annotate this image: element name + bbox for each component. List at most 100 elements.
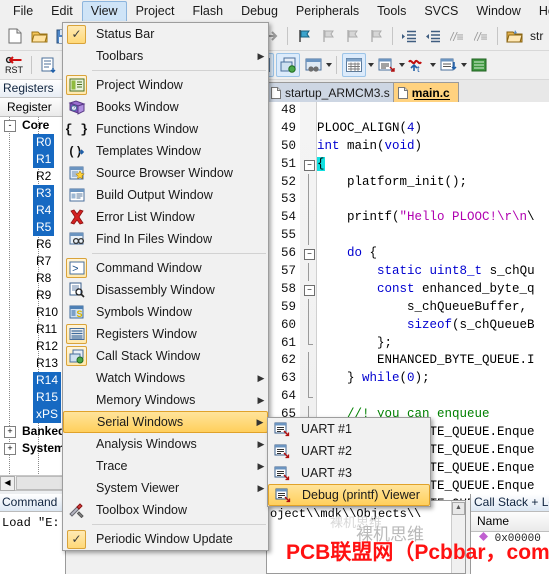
- scroll-thumb[interactable]: [16, 476, 65, 490]
- menu-item-watch-windows[interactable]: Watch Windows ▶: [63, 367, 268, 389]
- menu-flash[interactable]: Flash: [183, 1, 232, 22]
- search-box-text[interactable]: str: [530, 29, 543, 43]
- register-row[interactable]: R13: [0, 355, 65, 372]
- open-folder-icon[interactable]: [503, 25, 525, 47]
- register-row[interactable]: R4: [0, 202, 65, 219]
- menu-item-toolbars[interactable]: Toolbars ▶: [63, 45, 268, 67]
- register-row[interactable]: +xPS: [0, 406, 65, 423]
- menu-item-status-bar[interactable]: ✓ Status Bar: [63, 23, 268, 45]
- menu-project[interactable]: Project: [127, 1, 184, 22]
- outdent-icon[interactable]: [422, 25, 444, 47]
- trace-dropdown-caret[interactable]: [326, 63, 332, 67]
- menu-item-trace[interactable]: Trace ▶: [63, 455, 268, 477]
- register-row[interactable]: R8: [0, 270, 65, 287]
- fold-marker[interactable]: −: [300, 281, 316, 299]
- menu-debug[interactable]: Debug: [232, 1, 287, 22]
- fold-collapse-box[interactable]: −: [304, 284, 315, 296]
- submenu-item-uart-3[interactable]: UART #3: [268, 462, 430, 484]
- menu-view[interactable]: View: [81, 1, 127, 21]
- indent-icon[interactable]: [398, 25, 420, 47]
- tree-expander[interactable]: +: [4, 443, 16, 455]
- menu-item-find-in-files-window[interactable]: Find In Files Window: [63, 228, 268, 250]
- insert-bookmark-icon[interactable]: [293, 25, 315, 47]
- code-line[interactable]: } while(0);: [317, 370, 549, 388]
- register-row[interactable]: R11: [0, 321, 65, 338]
- menu-item-command-window[interactable]: > Command Window: [63, 257, 268, 279]
- command-window-text[interactable]: Load "E:: [0, 512, 65, 534]
- serial-dropdown-caret[interactable]: [399, 63, 405, 67]
- register-row[interactable]: - Core: [0, 117, 65, 134]
- register-row[interactable]: + System: [0, 440, 65, 457]
- open-file-icon[interactable]: [28, 25, 50, 47]
- submenu-item-debug-printf-viewer[interactable]: Debug (printf) Viewer: [268, 484, 430, 506]
- new-file-icon[interactable]: [4, 25, 26, 47]
- register-row[interactable]: R2: [0, 168, 65, 185]
- registers-tree[interactable]: - Core R0 R1 R2 R3 R4 R5 R6 R7 R8 R9 R10 R11 R12 R13 R14…: [0, 117, 65, 475]
- serial-windows-submenu[interactable]: UART #1 UART #2 UART #3 Debug (printf) View…: [267, 417, 431, 507]
- register-row[interactable]: R0: [0, 134, 65, 151]
- editor-tab-startup[interactable]: startup_ARMCM3.s: [266, 82, 399, 102]
- fold-collapse-box[interactable]: −: [304, 159, 315, 171]
- submenu-item-uart-1[interactable]: UART #1: [268, 418, 430, 440]
- register-row[interactable]: R14: [0, 372, 65, 389]
- menu-item-error-list-window[interactable]: Error List Window: [63, 206, 268, 228]
- code-line[interactable]: printf("Hello PLOOC!\r\n\: [317, 209, 549, 227]
- menu-item-registers-window[interactable]: Registers Window: [63, 323, 268, 345]
- fold-marker[interactable]: −: [300, 245, 316, 263]
- code-line[interactable]: platform_init();: [317, 174, 549, 192]
- reset-cpu-icon[interactable]: RST: [4, 54, 26, 76]
- watch-dropdown-caret[interactable]: [461, 63, 467, 67]
- register-row[interactable]: R6: [0, 236, 65, 253]
- tree-expander[interactable]: -: [4, 120, 16, 132]
- code-line[interactable]: int main(void): [317, 138, 549, 156]
- code-line[interactable]: s_chQueueBuffer,: [317, 299, 549, 317]
- menu-item-serial-windows[interactable]: Serial Windows ▶: [63, 411, 268, 433]
- code-line[interactable]: do {: [317, 245, 549, 263]
- serial-windows-toolbar-icon[interactable]: [375, 54, 397, 76]
- menu-item-functions-window[interactable]: { } Functions Window: [63, 118, 268, 140]
- register-row[interactable]: + Banked: [0, 423, 65, 440]
- system-viewer-icon[interactable]: [468, 54, 490, 76]
- call-stack-window-toolbar-icon[interactable]: [276, 53, 300, 77]
- menu-peripherals[interactable]: Peripherals: [287, 1, 368, 22]
- menu-item-system-viewer[interactable]: System Viewer ▶: [63, 477, 268, 499]
- menu-window[interactable]: Window: [467, 1, 529, 22]
- scroll-up-arrow[interactable]: ▲: [452, 502, 465, 515]
- code-line[interactable]: PLOOC_ALIGN(4): [317, 120, 549, 138]
- code-line[interactable]: ENHANCED_BYTE_QUEUE.I: [317, 352, 549, 370]
- view-dropdown-menu[interactable]: ✓ Status Bar Toolbars ▶ Project Window? Books…: [62, 22, 269, 551]
- fold-marker[interactable]: −: [300, 156, 316, 174]
- register-row[interactable]: R9: [0, 287, 65, 304]
- menu-tools[interactable]: Tools: [368, 1, 415, 22]
- registers-hscrollbar[interactable]: ◀: [0, 475, 65, 491]
- memory-dropdown-caret[interactable]: [368, 63, 374, 67]
- menu-file[interactable]: File: [4, 1, 42, 22]
- scroll-left-arrow[interactable]: ◀: [0, 475, 15, 491]
- register-row[interactable]: R5: [0, 219, 65, 236]
- menu-item-disassembly-window[interactable]: Disassembly Window: [63, 279, 268, 301]
- code-line[interactable]: [317, 191, 549, 209]
- step-into-icon[interactable]: [37, 54, 59, 76]
- menu-item-symbols-window[interactable]: S Symbols Window: [63, 301, 268, 323]
- editor-tab-main[interactable]: main.c: [392, 82, 459, 102]
- code-line[interactable]: {: [317, 156, 549, 174]
- menu-edit[interactable]: Edit: [42, 1, 82, 22]
- menu-item-project-window[interactable]: Project Window: [63, 74, 268, 96]
- trace-windows-icon[interactable]: [302, 54, 324, 76]
- menu-item-periodic-window-update[interactable]: ✓ Periodic Window Update: [63, 528, 268, 550]
- analysis-dropdown-caret[interactable]: [430, 63, 436, 67]
- menu-item-books-window[interactable]: ? Books Window: [63, 96, 268, 118]
- menu-item-templates-window[interactable]: () Templates Window: [63, 140, 268, 162]
- code-line[interactable]: [317, 227, 549, 245]
- watch-windows-icon[interactable]: [437, 54, 459, 76]
- code-line[interactable]: [317, 388, 549, 406]
- fold-collapse-box[interactable]: −: [304, 249, 315, 261]
- menu-item-analysis-windows[interactable]: Analysis Windows ▶: [63, 433, 268, 455]
- register-row[interactable]: R10: [0, 304, 65, 321]
- menu-item-source-browser-window[interactable]: Source Browser Window: [63, 162, 268, 184]
- code-line[interactable]: static uint8_t s_chQu: [317, 263, 549, 281]
- submenu-item-uart-2[interactable]: UART #2: [268, 440, 430, 462]
- menu-item-call-stack-window[interactable]: Call Stack Window: [63, 345, 268, 367]
- register-row[interactable]: R1: [0, 151, 65, 168]
- memory-windows-icon[interactable]: [342, 53, 366, 77]
